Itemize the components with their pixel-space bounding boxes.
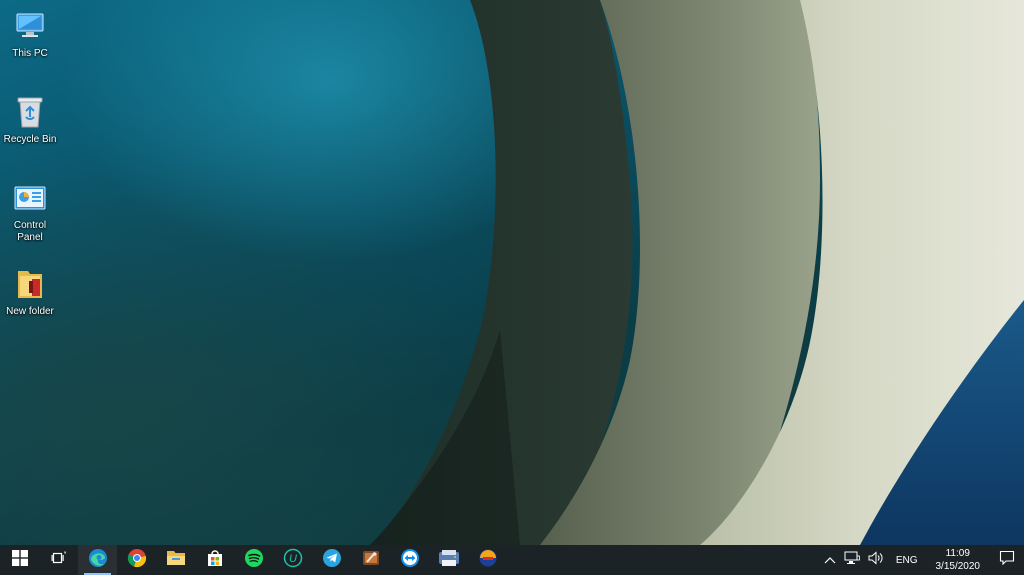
desktop-icon-this-pc[interactable]: This PC — [0, 8, 60, 60]
task-view-icon — [51, 551, 67, 570]
folder-icon — [12, 266, 48, 302]
svg-text:U: U — [289, 553, 297, 565]
microsoft-store-icon — [205, 548, 225, 573]
start-button[interactable] — [0, 545, 39, 575]
this-pc-icon — [12, 8, 48, 44]
chrome-icon — [127, 548, 147, 573]
app-tools-icon — [361, 548, 381, 573]
clock-date: 3/15/2020 — [935, 561, 981, 572]
windows-start-icon — [11, 549, 28, 571]
clock[interactable]: 11:09 3/15/2020 — [926, 547, 991, 573]
desktop-icon-new-folder[interactable]: New folder — [0, 266, 60, 318]
desktop-icon-label: New folder — [6, 306, 54, 317]
network-icon — [844, 551, 860, 570]
spotify-icon — [244, 548, 264, 573]
volume-button[interactable] — [864, 545, 888, 575]
desktop-icon-control-panel[interactable]: Control Panel — [0, 180, 60, 244]
task-view-button[interactable] — [39, 545, 78, 575]
taskbar-app-file-explorer[interactable] — [156, 545, 195, 575]
clock-time: 11:09 — [945, 548, 970, 559]
taskbar-app-store[interactable] — [195, 545, 234, 575]
taskbar: U ENG 11:09 3/15/2020 — [0, 545, 1024, 575]
show-hidden-icons-button[interactable] — [820, 545, 840, 575]
taskbar-app-telegram[interactable] — [312, 545, 351, 575]
desktop-icon-recycle-bin[interactable]: Recycle Bin — [0, 94, 60, 146]
taskbar-app-edge[interactable] — [78, 545, 117, 575]
taskbar-app-spotify[interactable] — [234, 545, 273, 575]
taskbar-app-printer[interactable] — [429, 545, 468, 575]
file-explorer-icon — [166, 549, 186, 572]
recycle-bin-icon — [12, 94, 48, 130]
desktop-icon-label: Recycle Bin — [3, 134, 57, 145]
telegram-icon — [322, 548, 342, 573]
action-center-button[interactable] — [990, 545, 1024, 575]
taskbar-app-globe[interactable] — [468, 545, 507, 575]
teamviewer-icon — [400, 548, 420, 573]
taskbar-app-u[interactable]: U — [273, 545, 312, 575]
desktop-icon-label: Control Panel — [13, 220, 47, 243]
desktop-wallpaper — [0, 0, 1024, 545]
language-indicator[interactable]: ENG — [888, 555, 926, 566]
chevron-up-icon — [824, 551, 836, 569]
u-app-icon: U — [283, 548, 303, 573]
speaker-icon — [868, 550, 884, 570]
control-panel-icon — [12, 180, 48, 216]
app-printer-icon — [438, 548, 460, 573]
taskbar-app-tools[interactable] — [351, 545, 390, 575]
taskbar-app-chrome[interactable] — [117, 545, 156, 575]
taskbar-app-teamviewer[interactable] — [390, 545, 429, 575]
system-tray: ENG 11:09 3/15/2020 — [820, 545, 1024, 575]
edge-icon — [88, 548, 108, 573]
network-button[interactable] — [840, 545, 864, 575]
notification-icon — [999, 550, 1015, 570]
app-globe-icon — [478, 548, 498, 573]
desktop-icon-label: This PC — [12, 48, 48, 59]
